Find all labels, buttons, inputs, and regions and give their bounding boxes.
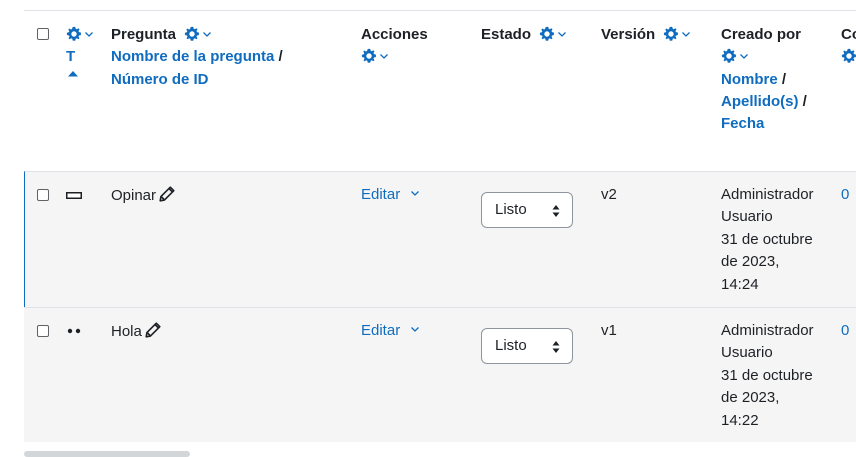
created-time: 14:24: [721, 275, 759, 293]
creator-first-name: Administrador: [721, 186, 814, 203]
type-sort-link[interactable]: T: [66, 48, 75, 65]
table-top-border: [24, 10, 856, 11]
chevron-down-icon: [558, 32, 566, 37]
header-separator: /: [781, 71, 787, 88]
gear-icon: [539, 26, 554, 41]
essay-type-icon: [66, 192, 82, 199]
chevron-down-icon: [411, 327, 420, 332]
status-select[interactable]: Listo: [481, 328, 573, 364]
actions-column-settings[interactable]: [361, 48, 389, 66]
created-date-line2: de 2023,: [721, 253, 780, 271]
edit-menu-toggle[interactable]: Editar: [361, 322, 420, 339]
pencil-icon[interactable]: [145, 322, 161, 338]
version-value: v1: [601, 322, 617, 339]
status-select[interactable]: Listo: [481, 192, 573, 228]
select-arrows-icon: [552, 205, 560, 217]
gear-icon: [66, 26, 81, 41]
sort-by-lastname-link[interactable]: Apellido(s): [721, 93, 799, 110]
sort-by-date-link[interactable]: Fecha: [721, 115, 764, 132]
version-column-title: Versión: [601, 26, 656, 43]
comments-count-link[interactable]: 0: [841, 186, 849, 203]
creator-info: Administrador Usuario 31 de octubre de 2…: [721, 184, 814, 296]
status-select-value: Listo: [495, 201, 527, 218]
actions-column-title: Acciones: [361, 26, 428, 43]
row-select-checkbox[interactable]: [37, 325, 49, 337]
chevron-down-icon: [682, 32, 690, 37]
header-separator: /: [278, 48, 283, 65]
created-by-column-settings[interactable]: [721, 48, 749, 66]
question-name[interactable]: Opinar: [111, 187, 156, 204]
row-select-checkbox[interactable]: [37, 189, 49, 201]
select-arrows-icon: [552, 341, 560, 353]
chevron-down-icon: [740, 54, 748, 59]
sort-by-question-name-link[interactable]: Nombre de la pregunta: [111, 48, 274, 65]
creator-last-name: Usuario: [721, 344, 773, 362]
gear-icon: [721, 48, 736, 63]
chevron-down-icon: [85, 32, 93, 37]
creator-info: Administrador Usuario 31 de octubre de 2…: [721, 320, 814, 432]
status-select-value: Listo: [495, 337, 527, 354]
gear-icon: [841, 48, 856, 63]
status-column-title: Estado: [481, 26, 532, 43]
chevron-down-icon: [411, 191, 420, 196]
truefalse-type-icon: [67, 328, 81, 334]
select-all-checkbox[interactable]: [37, 28, 49, 40]
creator-first-name: Administrador: [721, 322, 814, 339]
header-separator: /: [802, 93, 807, 110]
edit-menu-label: Editar: [361, 186, 401, 203]
sort-by-firstname-link[interactable]: Nombre: [721, 71, 778, 88]
version-value: v2: [601, 186, 617, 203]
chevron-down-icon: [203, 32, 211, 37]
comments-column-title: Co: [841, 26, 856, 43]
created-date-line1: 31 de octubre: [721, 230, 813, 248]
edit-menu-label: Editar: [361, 322, 401, 339]
question-column-title: Pregunta: [111, 26, 177, 43]
comments-count-link[interactable]: 0: [841, 322, 849, 339]
gear-icon: [184, 26, 199, 41]
gear-icon: [361, 48, 376, 63]
comments-column-settings[interactable]: [841, 48, 856, 66]
created-date-line2: de 2023,: [721, 389, 780, 407]
version-column-settings[interactable]: [663, 26, 691, 44]
edit-menu-toggle[interactable]: Editar: [361, 186, 420, 203]
question-name[interactable]: Hola: [111, 323, 142, 340]
sort-by-idnumber-link[interactable]: Número de ID: [111, 71, 209, 88]
created-time: 14:22: [721, 411, 759, 429]
chevron-down-icon: [380, 54, 388, 59]
gear-icon: [663, 26, 678, 41]
created-date-line1: 31 de octubre: [721, 366, 813, 384]
status-column-settings[interactable]: [539, 26, 567, 44]
created-by-column-title: Creado por: [721, 26, 802, 43]
creator-last-name: Usuario: [721, 208, 773, 226]
question-column-settings[interactable]: [184, 26, 212, 44]
pencil-icon[interactable]: [159, 186, 175, 202]
caret-up-icon: [68, 71, 78, 77]
horizontal-scrollbar[interactable]: [24, 451, 190, 457]
type-column-settings[interactable]: [66, 26, 94, 44]
